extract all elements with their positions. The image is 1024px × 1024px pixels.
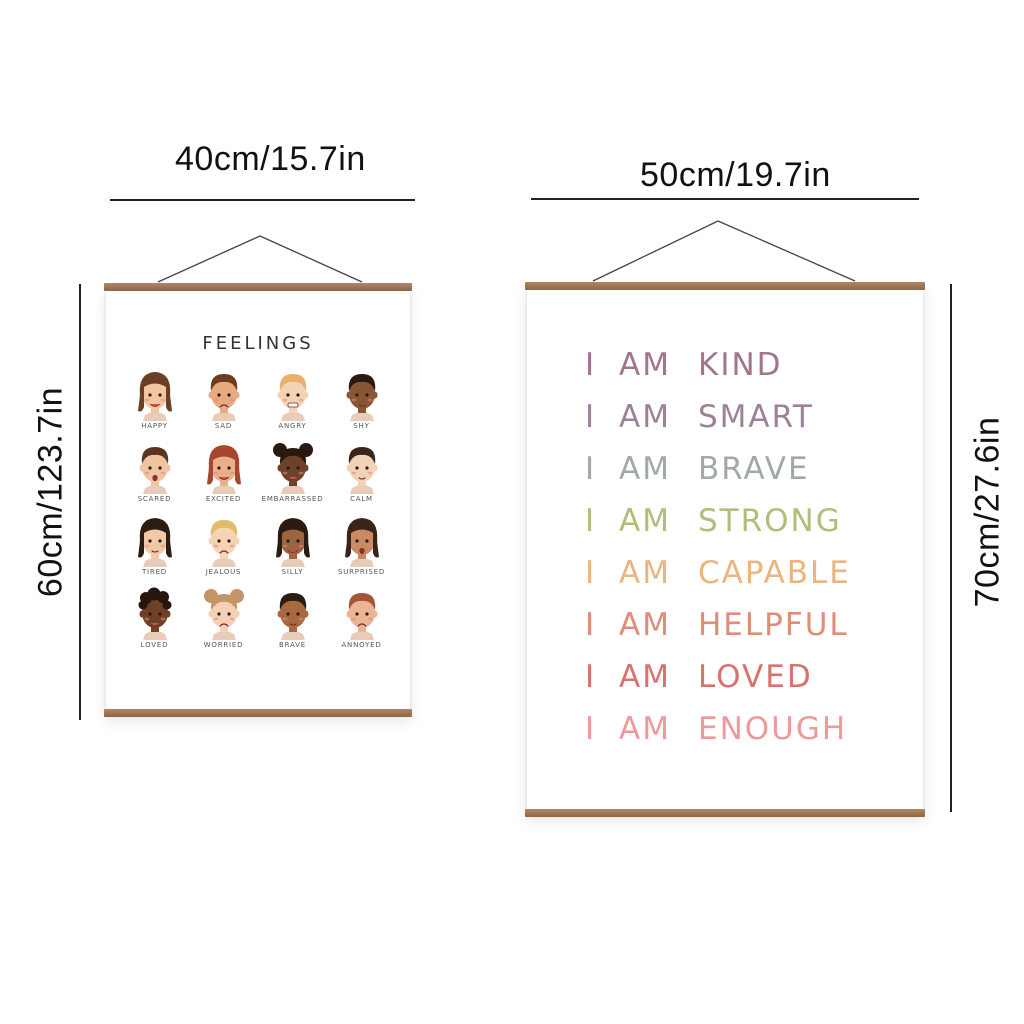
affirmation-i: I: [585, 347, 597, 383]
affirmation-word: HELPFUL: [698, 607, 849, 643]
face-illustration: [201, 365, 247, 421]
face-cell: SILLY: [258, 511, 327, 584]
faces-grid: HAPPY SAD ANGRY SHY SCARED EXCITED EMBAR…: [120, 365, 396, 657]
face-label: EXCITED: [205, 495, 242, 503]
face-illustration: [270, 584, 316, 640]
face-cell: SURPRISED: [327, 511, 396, 584]
affirmation-line: I AM ENOUGH: [585, 711, 851, 763]
poster2-height-label: 70cm/27.6in: [968, 416, 1007, 608]
face-cell: ANNOYED: [327, 584, 396, 657]
face-cell: BRAVE: [258, 584, 327, 657]
feelings-title: FEELINGS: [202, 333, 314, 354]
poster1-top-rail: [104, 283, 412, 291]
affirmation-line: I AM KIND: [585, 347, 851, 399]
face-cell: CALM: [327, 438, 396, 511]
affirmation-word: BRAVE: [698, 451, 810, 487]
face-illustration: [201, 511, 247, 567]
face-illustration: [339, 365, 385, 421]
affirmation-word: KIND: [698, 347, 783, 383]
affirmation-word: STRONG: [698, 503, 842, 539]
affirmations-list: I AM KIND I AM SMART I AM BRAVE I AM STRONG I AM CAPAB…: [585, 347, 851, 763]
face-label: BRAVE: [279, 641, 306, 649]
poster2-bottom-rail: [525, 809, 925, 817]
face-label: SAD: [214, 422, 233, 430]
face-cell: EXCITED: [189, 438, 258, 511]
face-illustration: [201, 584, 247, 640]
face-label: ANGRY: [278, 422, 307, 430]
affirmation-i: I: [585, 607, 597, 643]
poster1-bottom-rail: [104, 709, 412, 717]
feelings-poster: FEELINGS HAPPY SAD ANGRY SHY SCARED EXCI…: [104, 283, 412, 717]
face-cell: EMBARRASSED: [258, 438, 327, 511]
face-cell: SCARED: [120, 438, 189, 511]
face-illustration: [339, 511, 385, 567]
affirmations-poster: I AM KIND I AM SMART I AM BRAVE I AM STRONG I AM CAPAB…: [525, 282, 925, 817]
face-illustration: [132, 438, 178, 494]
face-cell: TIRED: [120, 511, 189, 584]
affirmation-i: I: [585, 711, 597, 747]
face-cell: JEALOUS: [189, 511, 258, 584]
face-cell: WORRIED: [189, 584, 258, 657]
affirmation-word: ENOUGH: [698, 711, 848, 747]
face-label: JEALOUS: [205, 568, 242, 576]
poster2-width-line: [531, 198, 919, 200]
affirmation-word: CAPABLE: [698, 555, 851, 591]
face-label: SCARED: [137, 495, 172, 503]
face-label: LOVED: [140, 641, 169, 649]
affirmation-am: AM: [619, 347, 671, 383]
face-label: SURPRISED: [337, 568, 386, 576]
affirmation-line: I AM HELPFUL: [585, 607, 851, 659]
poster1-height-line: [79, 284, 81, 720]
face-label: ANNOYED: [341, 641, 382, 649]
affirmation-line: I AM LOVED: [585, 659, 851, 711]
poster2-height-line: [950, 284, 952, 812]
affirmation-i: I: [585, 555, 597, 591]
face-illustration: [270, 438, 316, 494]
face-label: EMBARRASSED: [261, 495, 324, 503]
face-label: SHY: [353, 422, 370, 430]
poster1-width-label: 40cm/15.7in: [175, 140, 366, 178]
poster1-width-line: [110, 199, 415, 201]
face-label: TIRED: [141, 568, 168, 576]
affirmation-am: AM: [619, 659, 671, 695]
face-illustration: [201, 438, 247, 494]
affirmation-am: AM: [619, 555, 671, 591]
face-illustration: [132, 584, 178, 640]
affirmation-am: AM: [619, 503, 671, 539]
face-illustration: [339, 584, 385, 640]
poster2-top-rail: [525, 282, 925, 290]
face-label: CALM: [350, 495, 373, 503]
poster1-hanger-string: [157, 235, 363, 283]
face-illustration: [270, 511, 316, 567]
face-cell: HAPPY: [120, 365, 189, 438]
face-illustration: [339, 438, 385, 494]
poster1-height-label: 60cm/123.7in: [31, 386, 70, 598]
poster2-hanger-string: [592, 220, 856, 282]
face-cell: SHY: [327, 365, 396, 438]
face-illustration: [132, 365, 178, 421]
face-illustration: [270, 365, 316, 421]
affirmation-line: I AM SMART: [585, 399, 851, 451]
face-label: WORRIED: [203, 641, 244, 649]
face-cell: SAD: [189, 365, 258, 438]
affirmation-line: I AM BRAVE: [585, 451, 851, 503]
affirmation-am: AM: [619, 711, 671, 747]
affirmation-word: LOVED: [698, 659, 813, 695]
affirmation-line: I AM STRONG: [585, 503, 851, 555]
face-illustration: [132, 511, 178, 567]
affirmation-i: I: [585, 399, 597, 435]
face-label: SILLY: [281, 568, 304, 576]
affirmation-am: AM: [619, 451, 671, 487]
poster2-width-label: 50cm/19.7in: [640, 156, 831, 194]
affirmation-am: AM: [619, 399, 671, 435]
affirmation-line: I AM CAPABLE: [585, 555, 851, 607]
affirmation-am: AM: [619, 607, 671, 643]
affirmation-i: I: [585, 451, 597, 487]
affirmation-word: SMART: [698, 399, 814, 435]
affirmation-i: I: [585, 659, 597, 695]
face-cell: LOVED: [120, 584, 189, 657]
face-cell: ANGRY: [258, 365, 327, 438]
affirmation-i: I: [585, 503, 597, 539]
face-label: HAPPY: [141, 422, 168, 430]
